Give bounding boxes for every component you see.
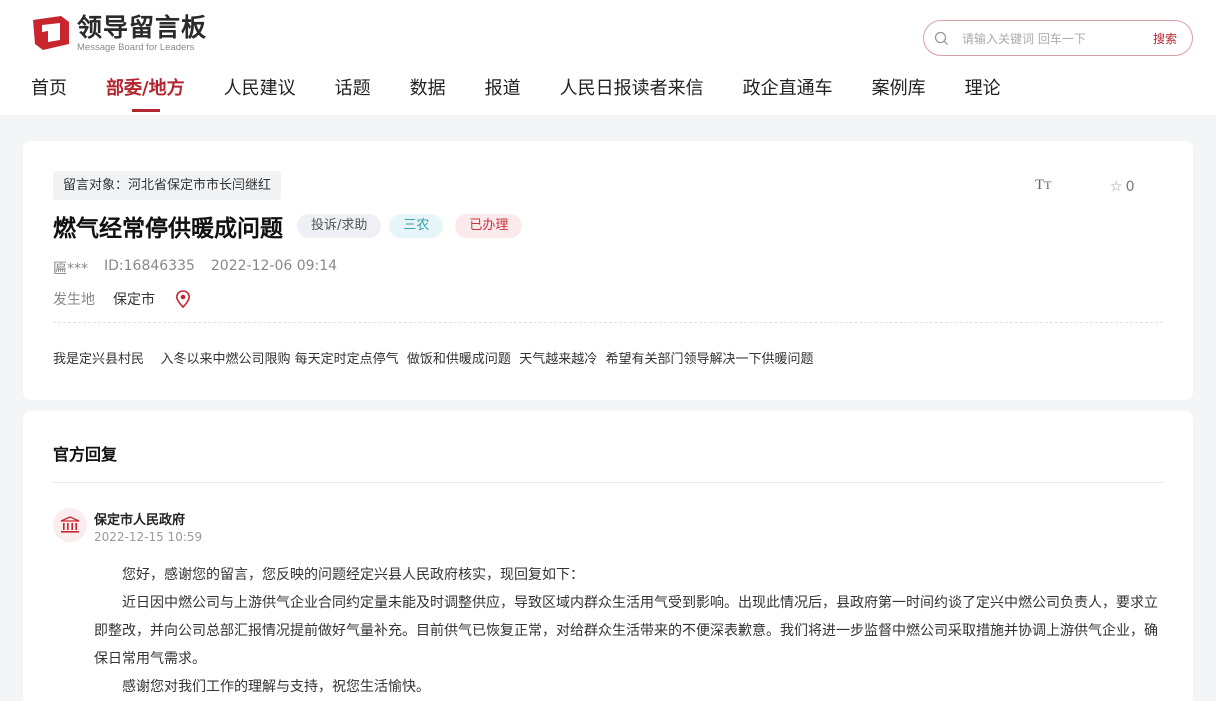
main-nav: 首页 部委/地方 人民建议 话题 数据 报道 人民日报读者来信 政企直通车 案例库 理论 xyxy=(31,76,1040,114)
message-card: 留言对象：河北省保定市市长闫继红 TT ☆ 0 燃气经常停供暖成问题 投诉/求助 … xyxy=(23,141,1193,400)
nav-item[interactable]: 政企直通车 xyxy=(743,76,833,114)
message-id: ID:16846335 xyxy=(104,258,195,274)
message-target: 留言对象：河北省保定市市长闫继红 xyxy=(53,171,282,200)
nav-item[interactable]: 话题 xyxy=(335,76,371,114)
logo-title: 领导留言板 xyxy=(77,12,208,42)
site-logo[interactable]: 领导留言板 Message Board for Leaders xyxy=(31,13,207,53)
nav-item[interactable]: 人民日报读者来信 xyxy=(560,76,704,114)
reply-paragraph: 近日因中燃公司与上游供气企业合同约定量未能及时调整供应，导致区域内群众生活用气受… xyxy=(94,595,1158,667)
search-input[interactable] xyxy=(962,28,1142,50)
nav-item[interactable]: 人民建议 xyxy=(224,76,296,114)
type-badge[interactable]: 投诉/求助 xyxy=(297,214,382,238)
message-time: 2022-12-06 09:14 xyxy=(210,258,338,274)
reply-paragraph: 您好，感谢您的留言，您反映的问题经定兴县人民政府核实，现回复如下： xyxy=(122,567,584,583)
logo-text: 领导留言板 Message Board for Leaders xyxy=(77,12,208,53)
domain-badge[interactable]: 三农 xyxy=(389,214,444,238)
favorite-button[interactable]: ☆ 0 xyxy=(1110,179,1134,195)
reply-card: 官方回复 保定市人民政府 2022-12-15 10:59 您好，感谢您的留言，… xyxy=(23,411,1193,701)
author-name: 匾*** xyxy=(53,261,88,277)
message-meta: 匾*** ID:16846335 2022-12-06 09:14 xyxy=(53,258,353,278)
divider xyxy=(53,482,1163,483)
reply-body: 您好，感谢您的留言，您反映的问题经定兴县人民政府核实，现回复如下： 近日因中燃公司… xyxy=(94,561,1166,701)
font-size-icon[interactable]: TT xyxy=(1035,177,1052,194)
nav-item[interactable]: 报道 xyxy=(485,76,521,114)
reply-section-title: 官方回复 xyxy=(53,445,118,464)
nav-item[interactable]: 数据 xyxy=(410,76,446,114)
search-box: 搜索 xyxy=(923,20,1193,56)
reply-org-name: 保定市人民政府 xyxy=(94,513,186,528)
reply-date: 2022-12-15 10:59 xyxy=(94,530,203,544)
message-content: 我是定兴县村民 入冬以来中燃公司限购 每天定时定点停气 做饭和供暖成问题 天气越… xyxy=(53,352,814,367)
location-pin-icon[interactable] xyxy=(175,290,191,308)
message-title: 燃气经常停供暖成问题 xyxy=(53,216,283,242)
nav-item[interactable]: 部委/地方 xyxy=(106,76,185,114)
nav-item[interactable]: 案例库 xyxy=(872,76,926,114)
logo-mark-icon xyxy=(33,16,69,50)
divider xyxy=(53,322,1163,323)
nav-item[interactable]: 理论 xyxy=(965,76,1001,114)
favorite-count: 0 xyxy=(1125,179,1135,195)
logo-subtitle: Message Board for Leaders xyxy=(77,41,195,53)
site-header: 领导留言板 Message Board for Leaders 搜索 首页 部委/… xyxy=(0,0,1216,115)
government-building-icon xyxy=(53,508,87,542)
search-button[interactable]: 搜索 xyxy=(1153,30,1177,47)
nav-item[interactable]: 首页 xyxy=(31,76,67,114)
search-icon xyxy=(934,31,948,45)
place-label: 发生地 xyxy=(53,292,95,308)
building-icon xyxy=(60,516,80,533)
title-row: 燃气经常停供暖成问题 投诉/求助 三农 已办理 xyxy=(53,211,523,242)
reply-paragraph: 感谢您对我们工作的理解与支持，祝您生活愉快。 xyxy=(122,679,430,695)
status-badge: 已办理 xyxy=(455,214,523,238)
message-place: 发生地 保定市 xyxy=(53,289,191,309)
place-value: 保定市 xyxy=(113,292,155,308)
star-icon: ☆ xyxy=(1110,179,1123,195)
